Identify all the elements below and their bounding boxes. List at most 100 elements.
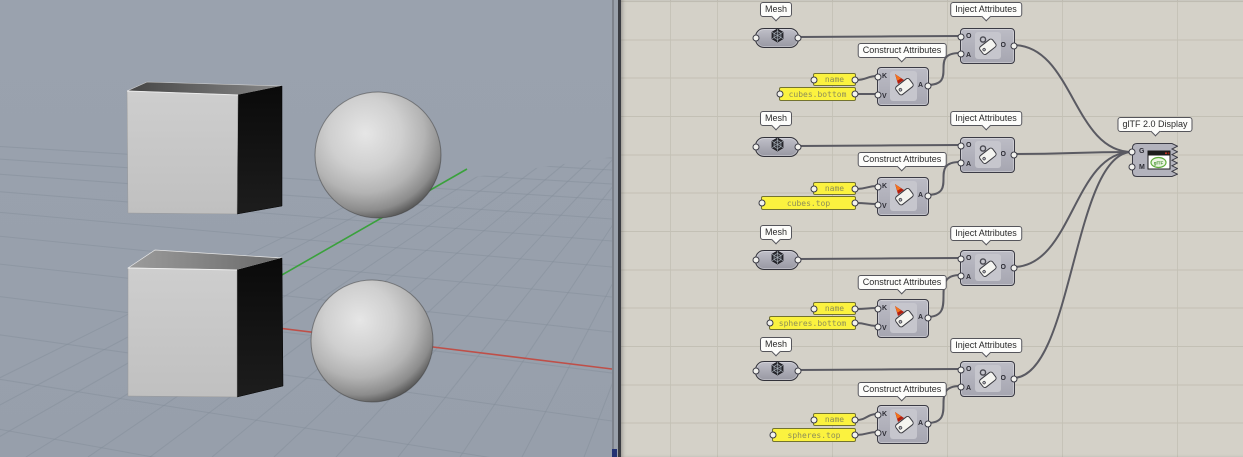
mesh-input-port[interactable] (753, 35, 760, 42)
object-out-port[interactable] (1011, 376, 1018, 383)
port-label-object-out: O (1001, 42, 1006, 49)
port-label-value: V (882, 93, 887, 100)
object-port[interactable] (958, 256, 965, 263)
object-out-port[interactable] (1011, 265, 1018, 272)
key-port[interactable] (875, 306, 882, 313)
panel-output-port[interactable] (852, 305, 859, 312)
attributes-out-port[interactable] (925, 193, 932, 200)
panel-output-port[interactable] (852, 76, 859, 83)
mesh-output-port[interactable] (795, 144, 802, 151)
mesh-output-port[interactable] (795, 257, 802, 264)
port-label-attributes: A (966, 274, 971, 281)
cube-top[interactable] (127, 82, 282, 214)
geometry-port[interactable] (1129, 149, 1136, 156)
key-port[interactable] (875, 74, 882, 81)
rhino-viewport[interactable] (0, 0, 612, 457)
cube-bottom[interactable] (128, 250, 283, 397)
value-panel[interactable]: spheres.top (772, 428, 856, 442)
key-panel[interactable]: name (813, 413, 856, 426)
key-port[interactable] (875, 184, 882, 191)
panel-input-port[interactable] (811, 76, 818, 83)
attributes-port[interactable] (958, 160, 965, 167)
inject-attributes-node[interactable]: O A O (960, 137, 1015, 173)
panel-output-port[interactable] (852, 91, 859, 98)
value-panel[interactable]: spheres.bottom (769, 316, 856, 330)
mesh-output-port[interactable] (795, 368, 802, 375)
mesh-param-node[interactable] (755, 137, 799, 157)
panel-output-port[interactable] (852, 185, 859, 192)
inject-attributes-node[interactable]: O A O (960, 250, 1015, 286)
object-out-port[interactable] (1011, 152, 1018, 159)
mesh-output-port[interactable] (795, 35, 802, 42)
viewport-canvas-divider (612, 0, 621, 457)
key-panel[interactable]: name (813, 182, 856, 195)
attributes-out-port[interactable] (925, 83, 932, 90)
panel-text: name (825, 75, 844, 84)
mesh-param-node[interactable] (755, 28, 799, 48)
key-port[interactable] (875, 412, 882, 419)
wire[interactable] (798, 258, 960, 259)
wire[interactable] (1013, 152, 1132, 267)
mesh-param-node[interactable] (755, 250, 799, 270)
inject-attributes-node[interactable]: O A O (960, 28, 1015, 64)
port-label-value: V (882, 325, 887, 332)
panel-input-port[interactable] (777, 91, 784, 98)
panel-input-port[interactable] (759, 200, 766, 207)
port-label-key: K (882, 305, 887, 312)
sphere-bottom[interactable] (311, 280, 433, 402)
mesh-param-node[interactable] (755, 361, 799, 381)
attributes-port[interactable] (958, 384, 965, 391)
mesh-input-port[interactable] (753, 368, 760, 375)
construct-attributes-node[interactable]: K V A (877, 405, 929, 444)
panel-input-port[interactable] (811, 185, 818, 192)
value-panel[interactable]: cubes.top (761, 196, 856, 210)
wire[interactable] (1013, 152, 1132, 378)
object-port[interactable] (958, 367, 965, 374)
construct-attributes-node[interactable]: K V A (877, 177, 929, 216)
mesh-param-label: Mesh (760, 225, 792, 240)
wire[interactable] (798, 145, 960, 146)
inject-attributes-node[interactable]: O A O (960, 361, 1015, 397)
value-port[interactable] (875, 324, 882, 331)
wire[interactable] (1013, 152, 1132, 154)
wire[interactable] (1013, 45, 1132, 152)
panel-output-port[interactable] (852, 416, 859, 423)
value-port[interactable] (875, 430, 882, 437)
attributes-out-port[interactable] (925, 421, 932, 428)
attributes-out-port[interactable] (925, 315, 932, 322)
sphere-top[interactable] (315, 92, 441, 218)
key-panel[interactable]: name (813, 73, 856, 86)
hexagon-mesh-icon (770, 28, 785, 48)
tag-with-ring-icon (975, 254, 1001, 281)
panel-input-port[interactable] (770, 432, 777, 439)
value-port[interactable] (875, 92, 882, 99)
port-label-attributes: A (966, 161, 971, 168)
grasshopper-canvas[interactable]: Mesh Construct Attributes name cubes.bot… (621, 0, 1243, 457)
object-port[interactable] (958, 143, 965, 150)
gltf-display-node[interactable]: glTF G M (1132, 143, 1178, 177)
port-label-object-out: O (1001, 264, 1006, 271)
panel-output-port[interactable] (852, 432, 859, 439)
attributes-port[interactable] (958, 51, 965, 58)
value-port[interactable] (875, 202, 882, 209)
value-panel[interactable]: cubes.bottom (779, 87, 856, 101)
construct-attributes-node[interactable]: K V A (877, 67, 929, 106)
wire[interactable] (798, 36, 960, 37)
attributes-port[interactable] (958, 273, 965, 280)
wire[interactable] (798, 369, 960, 370)
key-panel[interactable]: name (813, 302, 856, 315)
mesh-input-port[interactable] (753, 144, 760, 151)
material-port[interactable] (1129, 164, 1136, 171)
object-port[interactable] (958, 34, 965, 41)
inject-attributes-label: Inject Attributes (950, 226, 1022, 241)
port-label-object-out: O (1001, 151, 1006, 158)
panel-input-port[interactable] (811, 416, 818, 423)
panel-input-port[interactable] (811, 305, 818, 312)
panel-output-port[interactable] (852, 200, 859, 207)
mesh-input-port[interactable] (753, 257, 760, 264)
panel-input-port[interactable] (767, 320, 774, 327)
tag-with-red-arrow-icon (890, 181, 917, 211)
object-out-port[interactable] (1011, 43, 1018, 50)
panel-output-port[interactable] (852, 320, 859, 327)
construct-attributes-node[interactable]: K V A (877, 299, 929, 338)
